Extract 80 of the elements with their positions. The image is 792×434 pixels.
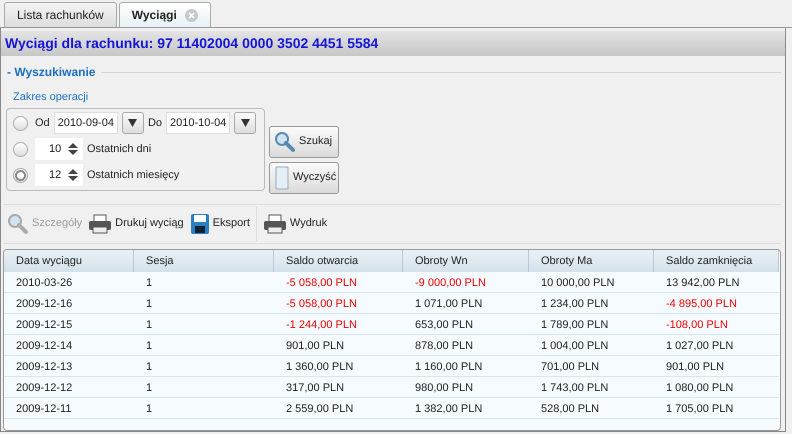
table-cell: 2009-12-14 [4,334,134,356]
table-cell: 1 [134,334,274,356]
table-cell: 1 080,00 PLN [654,376,779,398]
table-cell: -5 058,00 PLN [274,272,403,293]
option-label: Ostatnich dni [87,142,152,157]
table-cell: 1 234,00 PLN [529,292,654,314]
table-cell: 1 360,00 PLN [274,356,403,377]
toolbar-button[interactable]: Drukuj wyciąg [88,212,184,235]
radio-button[interactable] [13,142,28,156]
table-cell: 1 [134,398,274,419]
toolbar-button[interactable]: Wydruk [262,212,328,235]
group-label: Zakres operacji [13,90,90,105]
spinner-field[interactable]: 12 [35,164,83,186]
field-label: Do [148,116,162,131]
table-cell: 1 004,00 PLN [529,334,654,356]
table-cell: -1 244,00 PLN [274,314,403,335]
printer-icon [88,212,112,235]
table-cell: 901,00 PLN [654,356,779,377]
search-button[interactable]: Szukaj [269,126,339,158]
table-cell: 2010-03-26 [4,272,134,293]
section-title: - Wyszukiwanie [7,64,96,81]
printer-icon [262,212,287,235]
table-cell: 1 382,00 PLN [403,398,529,419]
table-cell: 1 027,00 PLN [654,334,779,356]
table-cell: 653,00 PLN [403,314,529,335]
table-cell: 1 160,00 PLN [403,356,529,377]
column-header[interactable]: Saldo otwarcia [274,250,403,272]
caret-icon[interactable] [240,119,250,127]
page-title: Wyciągi dla rachunku: 97 11402004 0000 3502 4451 5584 [1,31,785,56]
table-cell: 2 559,00 PLN [274,398,403,419]
field-label: Od [35,116,50,131]
blank-page-icon [274,166,290,190]
table-cell: -9 000,00 PLN [403,272,529,293]
table-cell: 10 000,00 PLN [529,272,654,293]
toolbar-button[interactable]: Eksport [190,212,250,235]
table-cell: 701,00 PLN [529,356,654,377]
radio-button[interactable] [13,116,28,130]
table-cell: 1 [134,376,274,398]
table-cell: 1 071,00 PLN [403,292,529,314]
table-cell: 1 789,00 PLN [529,314,654,335]
table-cell: 901,00 PLN [274,334,403,356]
table-cell: 13 942,00 PLN [654,272,779,293]
table-cell: 1 [134,272,274,293]
spinner-field[interactable]: 10 [35,138,83,160]
table-cell: -108,00 PLN [654,314,779,335]
table-cell: 2009-12-15 [4,314,134,335]
dropdown-button[interactable] [122,112,144,134]
table-cell: 878,00 PLN [403,334,529,356]
table-cell: 980,00 PLN [403,376,529,398]
tab[interactable]: Wyciągi [118,2,211,27]
column-header[interactable]: Sesja [134,250,274,272]
option-label: Ostatnich miesięcy [87,168,180,183]
spinner-arrows-icon[interactable] [67,168,80,182]
table-cell: 1 705,00 PLN [654,398,779,419]
table-cell: 1 [134,356,274,377]
column-header[interactable]: Data wyciągu [4,250,134,272]
radio-button[interactable] [13,168,28,182]
table-cell: 2009-12-11 [4,398,134,419]
caret-icon[interactable] [128,119,138,127]
table-cell: 2009-12-12 [4,376,134,398]
column-header[interactable]: Obroty Ma [529,250,654,272]
table-cell: 1 [134,314,274,335]
search-icon [274,130,296,152]
table-cell: 2009-12-16 [4,292,134,314]
tab[interactable]: Lista rachunków [4,2,117,27]
table-cell: -5 058,00 PLN [274,292,403,314]
date-field[interactable]: 2010-10-04 [166,112,230,134]
date-field[interactable]: 2010-09-04 [54,112,118,134]
dropdown-button[interactable] [234,112,256,134]
column-header[interactable]: Obroty Wn [403,250,529,272]
table-cell: 1 743,00 PLN [529,376,654,398]
table-cell: 317,00 PLN [274,376,403,398]
table-cell: 528,00 PLN [529,398,654,419]
table-cell: 1 [134,292,274,314]
search-icon [7,212,29,235]
spinner-arrows-icon[interactable] [67,142,80,156]
table-cell: 2009-12-13 [4,356,134,377]
clear-button[interactable]: Wyczyść [269,162,339,194]
table-cell: -4 895,00 PLN [654,292,779,314]
column-header[interactable]: Saldo zamknięcia [654,250,779,272]
